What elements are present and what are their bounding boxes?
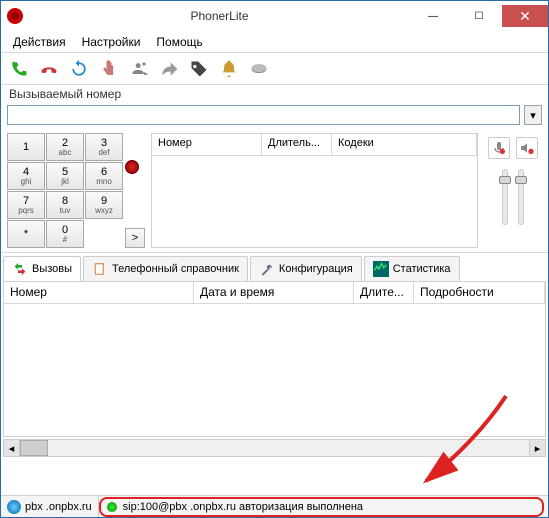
book-icon — [92, 261, 108, 277]
arrows-icon — [12, 261, 28, 277]
globe-icon — [7, 500, 21, 514]
dialpad-3[interactable]: 3def — [85, 133, 123, 161]
grid-col-datetime[interactable]: Дата и время — [194, 282, 354, 303]
tools-icon — [259, 261, 275, 277]
online-indicator-icon — [107, 502, 117, 512]
app-icon — [7, 8, 23, 24]
refresh-button[interactable] — [65, 56, 93, 82]
scroll-right-button[interactable]: ▸ — [529, 440, 545, 456]
col-duration[interactable]: Длитель... — [262, 134, 332, 155]
tab-calls[interactable]: Вызовы — [3, 256, 81, 281]
disc-button[interactable] — [245, 56, 273, 82]
dialpad-8[interactable]: 8tuv — [46, 191, 84, 219]
status-message-text: sip:100@pbx .onpbx.ru авторизация выполн… — [123, 501, 363, 513]
scroll-left-button[interactable]: ◂ — [4, 440, 20, 456]
volume-panel — [484, 133, 542, 248]
horizontal-scrollbar[interactable]: ◂ ▸ — [3, 439, 546, 457]
tab-configuration[interactable]: Конфигурация — [250, 256, 362, 281]
col-codecs[interactable]: Кодеки — [332, 134, 477, 155]
dialpad-0[interactable]: 0# — [46, 220, 84, 248]
grid-col-duration[interactable]: Длите... — [354, 282, 414, 303]
tab-phonebook[interactable]: Телефонный справочник — [83, 256, 248, 281]
contacts-button[interactable] — [125, 56, 153, 82]
menu-settings[interactable]: Настройки — [74, 33, 149, 51]
titlebar: PhonerLite — ☐ ✕ — [1, 1, 548, 31]
close-button[interactable]: ✕ — [502, 5, 548, 27]
active-calls-list: Номер Длитель... Кодеки — [151, 133, 478, 248]
call-button[interactable] — [5, 56, 33, 82]
dialed-number-label: Вызываемый номер — [1, 85, 548, 103]
redial-button[interactable]: > — [125, 228, 145, 248]
menu-actions[interactable]: Действия — [5, 33, 74, 51]
dialed-number-input[interactable] — [7, 105, 520, 125]
tag-button[interactable] — [185, 56, 213, 82]
dialpad-5[interactable]: 5jkl — [46, 162, 84, 190]
wave-icon — [373, 261, 389, 277]
maximize-button[interactable]: ☐ — [456, 5, 502, 27]
hand-button[interactable] — [95, 56, 123, 82]
record-indicator — [125, 160, 139, 174]
grid-col-number[interactable]: Номер — [4, 282, 194, 303]
tab-statistics[interactable]: Статистика — [364, 256, 460, 281]
dialpad-1[interactable]: 1 — [7, 133, 45, 161]
dialpad: 1 2abc 3def 4ghi 5jkl 6mno 7pqrs 8tuv 9w… — [7, 133, 123, 248]
dialpad-6[interactable]: 6mno — [85, 162, 123, 190]
toolbar — [1, 53, 548, 85]
scroll-thumb[interactable] — [20, 440, 48, 456]
number-dropdown-button[interactable]: ▾ — [524, 105, 542, 125]
hangup-button[interactable] — [35, 56, 63, 82]
status-message-box: sip:100@pbx .onpbx.ru авторизация выполн… — [99, 497, 544, 517]
dialpad-2[interactable]: 2abc — [46, 133, 84, 161]
status-server: pbx .onpbx.ru — [25, 501, 92, 513]
menu-help[interactable]: Помощь — [148, 33, 210, 51]
bell-button[interactable] — [215, 56, 243, 82]
dialpad-7[interactable]: 7pqrs — [7, 191, 45, 219]
speaker-mute-button[interactable] — [516, 137, 538, 159]
mic-volume-slider[interactable] — [502, 169, 508, 225]
menubar: Действия Настройки Помощь — [1, 31, 548, 53]
forward-button[interactable] — [155, 56, 183, 82]
tabstrip: Вызовы Телефонный справочник Конфигураци… — [1, 253, 548, 281]
col-number[interactable]: Номер — [152, 134, 262, 155]
minimize-button[interactable]: — — [410, 5, 456, 27]
window-title: PhonerLite — [29, 9, 410, 23]
dialpad-4[interactable]: 4ghi — [7, 162, 45, 190]
call-history-grid: Номер Дата и время Длите... Подробности — [3, 281, 546, 437]
grid-col-details[interactable]: Подробности — [414, 282, 545, 303]
status-bar: pbx .onpbx.ru sip:100@pbx .onpbx.ru авто… — [1, 495, 548, 517]
mic-mute-button[interactable] — [488, 137, 510, 159]
speaker-volume-slider[interactable] — [518, 169, 524, 225]
dialpad-9[interactable]: 9wxyz — [85, 191, 123, 219]
dialpad-star[interactable]: * — [7, 220, 45, 248]
